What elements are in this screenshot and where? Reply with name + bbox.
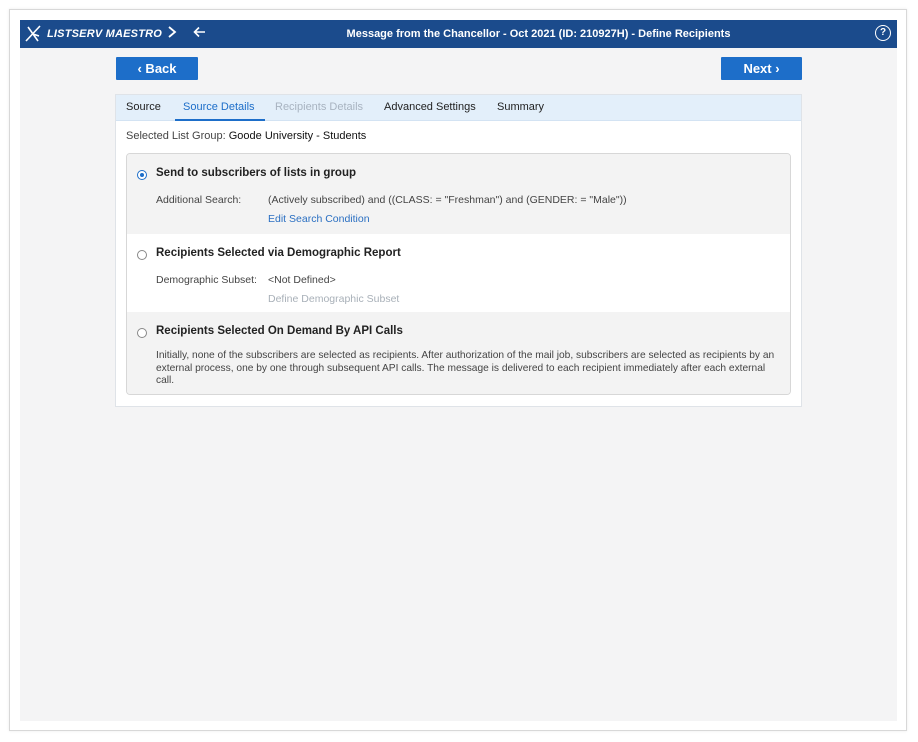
additional-search-label: Additional Search: [156, 194, 242, 206]
next-button[interactable]: Next › [721, 57, 802, 80]
app-window: LISTSERV MAESTRO Message from the Chance… [20, 20, 897, 721]
option-subscribers-in-group[interactable]: Send to subscribers of lists in group Ad… [127, 154, 790, 234]
tab-source-details[interactable]: Source Details [175, 95, 265, 121]
help-icon[interactable]: ? [875, 25, 891, 41]
selected-list-group: Selected List Group: Goode University - … [126, 130, 366, 142]
maestro-logo-icon [25, 25, 41, 42]
page-title: Message from the Chancellor - Oct 2021 (… [346, 28, 731, 40]
arrow-left-icon[interactable] [190, 24, 208, 44]
tab-advanced-settings[interactable]: Advanced Settings [384, 95, 476, 120]
option-api-calls[interactable]: Recipients Selected On Demand By API Cal… [127, 312, 790, 394]
chevron-right-icon[interactable] [163, 24, 181, 44]
additional-search-value: (Actively subscribed) and ((CLASS: = "Fr… [268, 194, 627, 206]
option-title: Recipients Selected via Demographic Repo… [156, 247, 401, 259]
option-demographic-report[interactable]: Recipients Selected via Demographic Repo… [127, 234, 790, 312]
list-group-label: Selected List Group: [126, 130, 226, 142]
recipient-options: Send to subscribers of lists in group Ad… [126, 153, 791, 395]
top-bar: LISTSERV MAESTRO Message from the Chance… [20, 20, 897, 48]
brand-logo: LISTSERV MAESTRO [25, 25, 162, 43]
tab-bar: Source Source Details Recipients Details… [116, 95, 801, 121]
radio-api-calls[interactable] [137, 328, 147, 338]
demographic-subset-label: Demographic Subset: [156, 274, 257, 286]
edit-search-condition-link[interactable]: Edit Search Condition [268, 213, 370, 225]
demographic-subset-value: <Not Defined> [268, 274, 336, 286]
tab-recipients-details: Recipients Details [275, 101, 364, 113]
brand-name: LISTSERV MAESTRO [47, 28, 163, 40]
wizard-panel: Source Source Details Recipients Details… [115, 94, 802, 407]
list-group-value: Goode University - Students [228, 130, 367, 142]
define-demographic-subset-link: Define Demographic Subset [268, 293, 400, 305]
option-title: Recipients Selected On Demand By API Cal… [156, 325, 403, 337]
radio-subscribers-in-group[interactable] [137, 170, 147, 180]
option-title: Send to subscribers of lists in group [156, 167, 356, 179]
back-button[interactable]: ‹ Back [116, 57, 198, 80]
radio-demographic-report[interactable] [137, 250, 147, 260]
tab-summary[interactable]: Summary [497, 95, 544, 120]
tab-source[interactable]: Source [126, 95, 161, 120]
option-description: Initially, none of the subscribers are s… [156, 350, 775, 386]
